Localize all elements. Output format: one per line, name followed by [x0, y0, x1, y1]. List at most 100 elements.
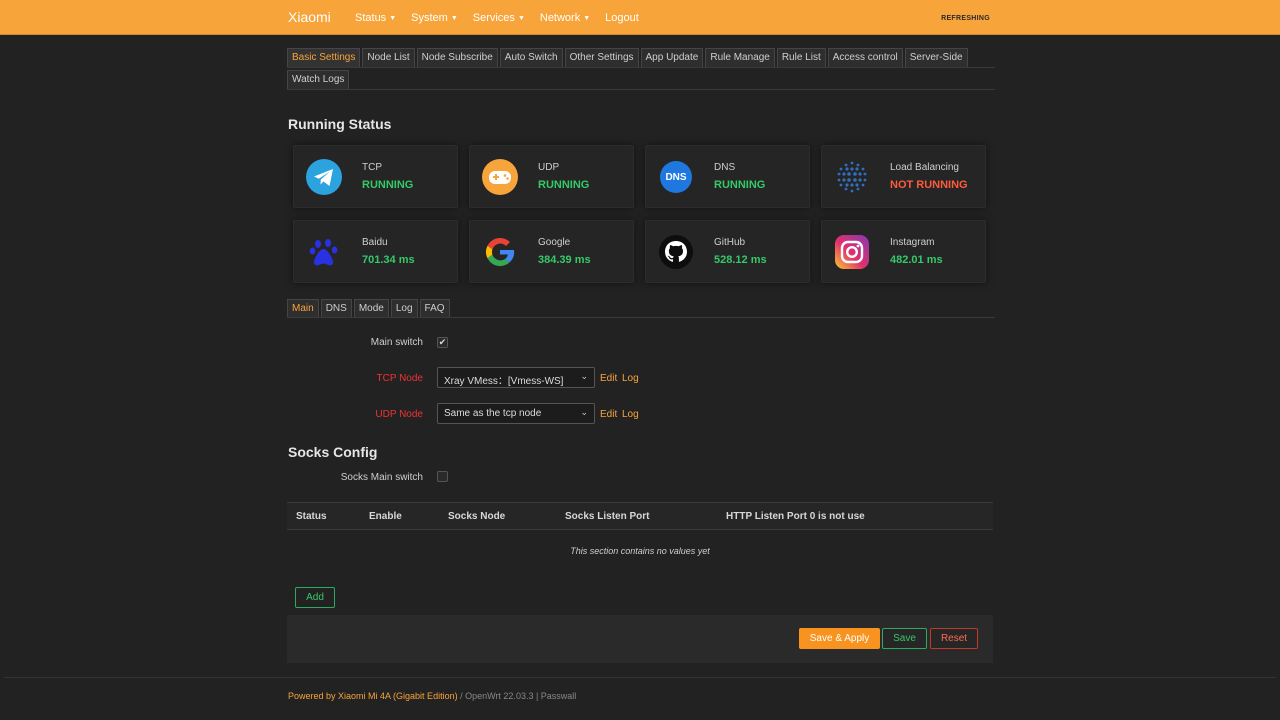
tab-server-side[interactable]: Server-Side	[904, 48, 968, 67]
tab-auto-switch[interactable]: Auto Switch	[499, 48, 563, 67]
footer: Powered by Xiaomi Mi 4A (Gigabit Edition…	[288, 691, 576, 701]
main-menu: Status ▼ System ▼ Services ▼ Network ▼ Logou…	[355, 12, 654, 24]
tab-main[interactable]: Main	[287, 299, 319, 317]
tab-basic-settings[interactable]: Basic Settings	[287, 48, 361, 67]
udp-node-value: Same as the tcp node	[444, 408, 542, 419]
socks-main-switch-checkbox[interactable]	[437, 471, 448, 482]
chevron-down-icon: ▼	[583, 15, 591, 22]
save-apply-button[interactable]: Save & Apply	[799, 628, 880, 649]
tcp-node-select[interactable]: Xray VMess：[Vmess-WS] ⌄	[437, 367, 595, 388]
socks-table: Status Enable Socks Node Socks Listen Po…	[287, 502, 993, 530]
card-value: 701.34 ms	[362, 254, 415, 266]
checkmark-icon: ✔	[438, 337, 447, 347]
main-switch-label: Main switch	[370, 337, 423, 348]
udp-node-log-link[interactable]: Log	[622, 409, 639, 420]
footer-powered-link[interactable]: Powered by Xiaomi Mi 4A (Gigabit Edition…	[288, 691, 458, 701]
menu-system[interactable]: System ▼	[411, 12, 458, 24]
tabs-row-2: Watch Logs	[287, 70, 995, 90]
tab-app-update[interactable]: App Update	[640, 48, 704, 67]
status-card-tcp: TCP RUNNING	[293, 145, 458, 208]
settings-tabs: Basic Settings Node List Node Subscribe …	[287, 48, 995, 92]
latency-card-baidu: Baidu 701.34 ms	[293, 220, 458, 283]
chevron-down-icon: ▼	[517, 15, 525, 22]
refresh-status-indicator[interactable]: REFRESHING	[941, 15, 990, 22]
card-label: Load Balancing	[890, 162, 959, 173]
save-button[interactable]: Save	[882, 628, 927, 649]
udp-node-edit-link[interactable]: Edit	[600, 409, 617, 420]
column-header: Enable	[369, 511, 402, 522]
latency-card-google: Google 384.39 ms	[469, 220, 634, 283]
card-value: RUNNING	[714, 179, 766, 191]
add-button[interactable]: Add	[295, 587, 335, 608]
tab-log[interactable]: Log	[390, 299, 418, 317]
main-section-tabs: Main DNS Mode Log FAQ	[287, 299, 995, 318]
menu-logout-label: Logout	[605, 12, 639, 24]
udp-node-select[interactable]: Same as the tcp node ⌄	[437, 403, 595, 424]
tab-rule-manage[interactable]: Rule Manage	[705, 48, 775, 67]
tcp-node-label: TCP Node	[376, 373, 423, 384]
card-value: NOT RUNNING	[890, 179, 968, 191]
chevron-down-icon: ⌄	[580, 371, 588, 381]
column-header: Socks Node	[448, 511, 506, 522]
column-header: Socks Listen Port	[565, 511, 650, 522]
menu-services-label: Services	[472, 12, 515, 24]
status-card-udp: UDP RUNNING	[469, 145, 634, 208]
telegram-icon	[306, 159, 342, 195]
empty-table-message: This section contains no values yet	[570, 546, 710, 556]
card-label: Instagram	[890, 237, 935, 248]
instagram-icon	[834, 234, 870, 270]
chevron-down-icon: ⌄	[580, 407, 588, 417]
tcp-node-value: Xray VMess：[Vmess-WS]	[444, 376, 564, 387]
column-header: Status	[296, 511, 327, 522]
tab-access-control[interactable]: Access control	[827, 48, 903, 67]
menu-status[interactable]: Status ▼	[355, 12, 396, 24]
card-value: 528.12 ms	[714, 254, 767, 266]
tab-watch-logs[interactable]: Watch Logs	[287, 70, 350, 89]
card-value: 482.01 ms	[890, 254, 943, 266]
main-switch-checkbox[interactable]: ✔	[437, 337, 448, 348]
latency-card-instagram: Instagram 482.01 ms	[821, 220, 986, 283]
menu-system-label: System	[411, 12, 448, 24]
top-navbar: Xiaomi Status ▼ System ▼ Services ▼ Network…	[0, 0, 1280, 35]
running-status-title: Running Status	[288, 116, 392, 132]
menu-services[interactable]: Services ▼	[473, 12, 525, 24]
card-value: RUNNING	[538, 179, 590, 191]
status-card-dns: DNS DNS RUNNING	[645, 145, 810, 208]
brand-logo[interactable]: Xiaomi	[288, 9, 331, 25]
tab-other-settings[interactable]: Other Settings	[564, 48, 639, 67]
udp-node-label: UDP Node	[375, 409, 423, 420]
latency-card-github: GitHub 528.12 ms	[645, 220, 810, 283]
menu-status-label: Status	[355, 12, 387, 24]
tcp-node-edit-link[interactable]: Edit	[600, 373, 617, 384]
card-label: Baidu	[362, 237, 388, 248]
card-label: UDP	[538, 162, 560, 173]
table-header: Status Enable Socks Node Socks Listen Po…	[287, 502, 993, 530]
card-label: GitHub	[714, 237, 746, 248]
status-card-load-balancing: Load Balancing NOT RUNNING	[821, 145, 986, 208]
footer-version-text: / OpenWrt 22.03.3 | Passwall	[457, 691, 577, 701]
tab-node-list[interactable]: Node List	[362, 48, 415, 67]
card-label: Google	[538, 237, 571, 248]
tab-node-subscribe[interactable]: Node Subscribe	[416, 48, 498, 67]
menu-network-label: Network	[539, 12, 581, 24]
chevron-down-icon: ▼	[450, 15, 458, 22]
tabs-row-1: Basic Settings Node List Node Subscribe …	[287, 48, 995, 68]
card-label: DNS	[714, 162, 736, 173]
tab-faq[interactable]: FAQ	[419, 299, 450, 317]
tab-rule-list[interactable]: Rule List	[776, 48, 826, 67]
footer-divider	[4, 677, 1276, 678]
tcp-node-log-link[interactable]: Log	[622, 373, 639, 384]
column-header: HTTP Listen Port 0 is not use	[726, 511, 865, 522]
menu-network[interactable]: Network ▼	[540, 12, 590, 24]
baidu-paw-icon	[306, 234, 342, 270]
google-icon	[482, 234, 518, 270]
card-value: RUNNING	[362, 179, 414, 191]
chevron-down-icon: ▼	[389, 15, 397, 22]
card-value: 384.39 ms	[538, 254, 591, 266]
socks-main-switch-label: Socks Main switch	[340, 472, 423, 483]
tab-dns[interactable]: DNS	[320, 299, 352, 317]
dns-icon-badge: DNS	[660, 161, 692, 193]
reset-button[interactable]: Reset	[930, 628, 978, 649]
tab-mode[interactable]: Mode	[353, 299, 389, 317]
menu-logout[interactable]: Logout	[605, 12, 639, 24]
